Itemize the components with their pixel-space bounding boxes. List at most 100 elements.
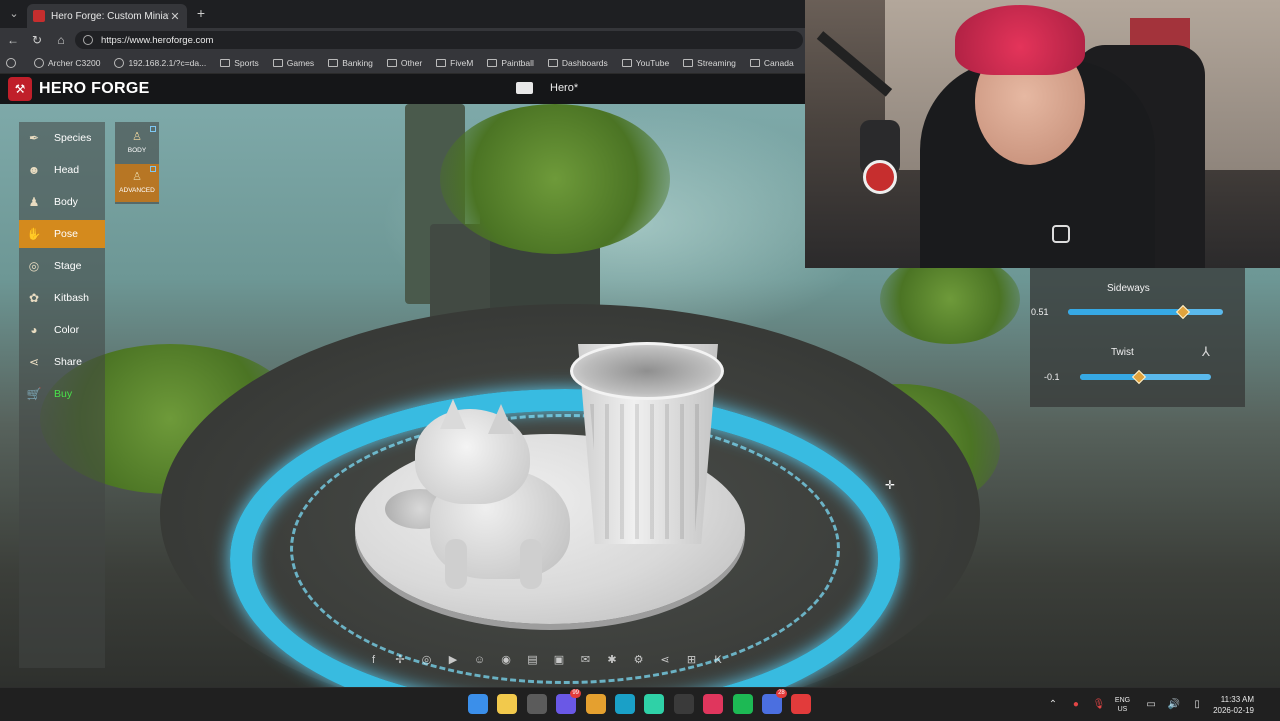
joint-axis-icon[interactable]: ⅄ [1202, 344, 1210, 360]
obs-icon[interactable] [673, 694, 694, 714]
bookmark-folder[interactable]: FiveM [436, 58, 473, 68]
menu-item-label: Share [54, 356, 83, 368]
social-share-bar: f ✢ ◎ ▶ ☺ ◉ ▤ ▣ ✉ ✱ ⚙ ⋖ ⊞ K [366, 653, 737, 668]
project-title[interactable]: Hero* [550, 82, 578, 94]
record-icon[interactable] [791, 694, 812, 714]
move-cursor-icon: ✛ [885, 478, 896, 492]
spotify-icon[interactable] [732, 694, 753, 714]
bookmark-folder[interactable]: YouTube [621, 58, 669, 68]
volume-icon[interactable]: 🔊 [1167, 699, 1181, 710]
twist-label: Twist [1111, 347, 1134, 358]
microphone-icon[interactable]: 🎙 [1092, 699, 1106, 710]
menu-item-color[interactable]: ◕ Color [19, 316, 105, 344]
raccoon-leg [520, 539, 542, 589]
twist-slider-fill [1080, 374, 1139, 380]
clock[interactable]: 11:33 AM 2026-02-19 [1213, 694, 1254, 716]
twist-slider-handle[interactable] [1131, 369, 1147, 385]
store-icon[interactable]: ▣ [552, 653, 567, 668]
bookmark-folder[interactable]: Other [386, 58, 422, 68]
streamlabs-icon[interactable] [644, 694, 665, 714]
menu-item-species[interactable]: ✒ Species [19, 124, 105, 152]
bookmark-folder[interactable]: Streaming [683, 58, 736, 68]
browser-tab[interactable]: Hero Forge: Custom Miniatures ✕ [27, 4, 187, 28]
settings-icon[interactable]: ⚙ [631, 653, 646, 668]
menu-item-buy[interactable]: 🛒 Buy [19, 380, 105, 408]
battery-icon[interactable]: ▯ [1190, 699, 1204, 710]
bookmark-folder[interactable]: Dashboards [547, 58, 608, 68]
advanced-indicator-icon [150, 166, 156, 172]
bookmark-site-icon [34, 57, 44, 68]
edge-icon[interactable] [614, 694, 635, 714]
chrome-icon[interactable] [585, 694, 606, 714]
pose-icon: ✋ [26, 227, 42, 241]
menu-item-head[interactable]: ☻ Head [19, 156, 105, 184]
hoodie-logo-icon [1052, 225, 1070, 243]
bookmark-folder[interactable]: Banking [328, 58, 373, 68]
streamer-hair [955, 5, 1085, 75]
share-icon[interactable]: ⋖ [658, 653, 673, 668]
menu-item-label: Color [54, 324, 80, 336]
discord-icon[interactable]: 99 [556, 689, 582, 714]
folder-icon[interactable] [516, 82, 533, 94]
menu-item-kitbash[interactable]: ✿ Kitbash [19, 284, 105, 312]
bookmark-item[interactable]: Archer C3200 [34, 57, 100, 68]
bookmark-label: Streaming [697, 57, 736, 68]
instagram-icon[interactable]: ◎ [419, 653, 434, 668]
kickstarter-icon[interactable]: K [711, 653, 726, 668]
folder-icon [683, 58, 694, 67]
windows-taskbar: 99 28 ⌃ ● 🎙 ENG US ▭ 🔊 ▯ 11:33 AM 2026-0… [0, 687, 1280, 720]
address-bar[interactable]: https://www.heroforge.com [75, 31, 803, 49]
bookmark-folder[interactable]: Games [272, 58, 314, 68]
species-icon: ✒ [28, 131, 40, 145]
apps-icon [6, 57, 16, 68]
gift-icon[interactable]: ⊞ [684, 653, 699, 668]
chevron-up-icon[interactable]: ⌃ [1046, 699, 1060, 710]
language-indicator[interactable]: ENG US [1115, 696, 1130, 714]
close-tab-icon[interactable]: ✕ [169, 10, 181, 23]
menu-item-pose[interactable]: ✋ Pose [19, 220, 105, 248]
clock-time: 11:33 AM [1220, 694, 1254, 704]
home-icon[interactable]: ⌂ [53, 32, 69, 48]
tab-search-icon[interactable]: ⌄ [6, 6, 22, 22]
bookmark-label: Sports [234, 57, 259, 68]
menu-item-label: Kitbash [54, 292, 90, 304]
app-icon[interactable] [703, 694, 724, 714]
heroforge-favicon-icon [33, 10, 45, 22]
sideways-slider-handle[interactable] [1175, 304, 1190, 320]
menu-item-stage[interactable]: ◎ Stage [19, 252, 105, 280]
store-icon[interactable] [526, 694, 547, 714]
bookmark-folder[interactable]: Paintball [487, 58, 534, 68]
reload-icon[interactable]: ↻ [29, 32, 45, 48]
site-info-icon[interactable] [83, 35, 93, 45]
bug-icon[interactable]: ✱ [605, 653, 620, 668]
apps-shortcut[interactable] [6, 57, 20, 68]
body-icon: ♟ [28, 195, 40, 209]
menu-item-share[interactable]: ⋖ Share [19, 348, 105, 376]
back-icon[interactable]: ← [5, 32, 21, 48]
bookmark-folder[interactable]: Sports [220, 58, 259, 68]
bluesky-icon[interactable]: ✢ [393, 653, 408, 668]
tray-app-icon[interactable]: ● [1069, 699, 1083, 710]
youtube-icon[interactable]: ▶ [446, 653, 461, 668]
raccoon-miniature[interactable] [385, 399, 590, 594]
bookmark-folder[interactable]: Canada [749, 58, 794, 68]
mail-icon[interactable]: ✉ [578, 653, 593, 668]
app-header: ⚒ HERO FORGE Hero* [0, 74, 805, 104]
browser-tab-bar: ⌄ Hero Forge: Custom Miniatures ✕ + [0, 0, 805, 28]
file-explorer-icon[interactable] [497, 694, 518, 714]
twitch-icon[interactable]: ▤ [525, 653, 540, 668]
new-tab-icon[interactable]: + [193, 5, 209, 21]
discord-icon[interactable]: ☺ [472, 653, 487, 668]
sideways-slider[interactable] [1068, 309, 1223, 315]
network-icon[interactable]: ▭ [1144, 699, 1158, 710]
teams-icon[interactable]: 28 [761, 689, 787, 714]
mic-badge [863, 160, 897, 194]
menu-item-label: Head [54, 164, 80, 176]
bookmark-item[interactable]: 192.168.2.1/?c=da... [114, 57, 206, 68]
facebook-icon[interactable]: f [366, 653, 381, 668]
heroforge-logo[interactable]: ⚒ HERO FORGE [8, 77, 150, 101]
windows-start-icon[interactable] [468, 694, 488, 714]
reddit-icon[interactable]: ◉ [499, 653, 514, 668]
menu-item-body[interactable]: ♟ Body [19, 188, 105, 216]
notification-badge: 99 [570, 689, 582, 698]
